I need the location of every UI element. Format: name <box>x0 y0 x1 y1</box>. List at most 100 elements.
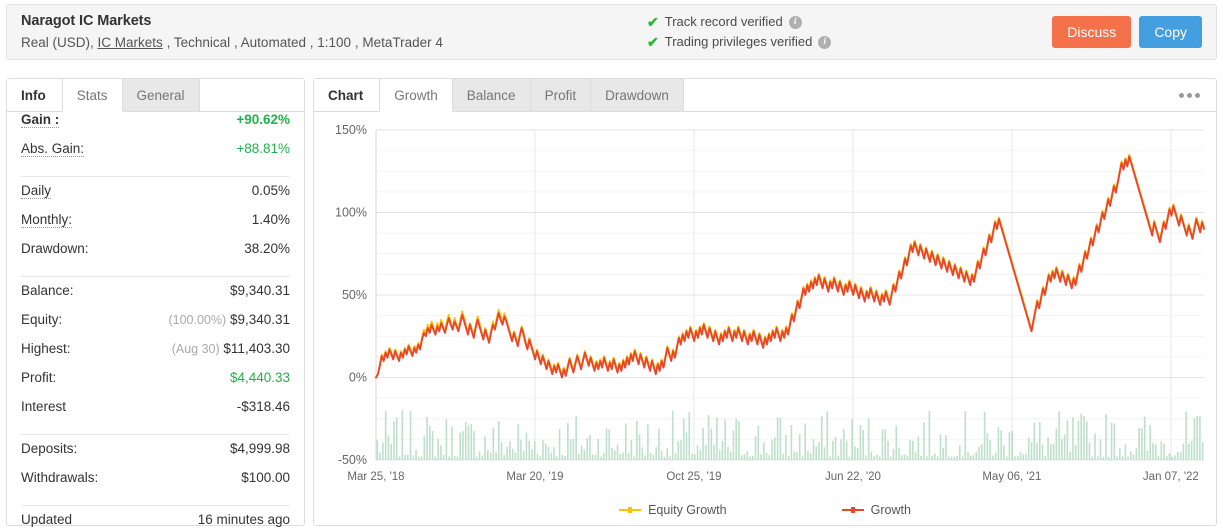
svg-text:Jun 22, '20: Jun 22, '20 <box>825 471 881 483</box>
tab-growth[interactable]: Growth <box>379 79 453 112</box>
svg-text:0%: 0% <box>349 371 367 385</box>
stat-row-highest: Highest: (Aug 30) $11,403.30 <box>21 341 290 370</box>
detail-sep-1: , <box>166 34 171 50</box>
account-identity: Naragot IC Markets Real (USD), IC Market… <box>7 12 477 53</box>
check-icon: ✔ <box>647 34 659 50</box>
divider <box>21 176 290 177</box>
stat-value: $4,999.98 <box>229 441 290 456</box>
growth-chart: 150% 100% 50% 0% -50% Mar 25, '18 Mar 20, '19 O… <box>314 112 1216 525</box>
divider <box>21 276 290 277</box>
stat-value: +90.62% <box>236 112 290 127</box>
stat-value: (100.00%) $9,340.31 <box>168 312 290 327</box>
chart-tabs: Chart Growth Balance Profit Drawdown <box>314 79 1216 112</box>
stat-label: Equity: <box>21 312 63 327</box>
stat-value: (Aug 30) $11,403.30 <box>172 341 290 356</box>
stats-list: Gain : +90.62% Abs. Gain: +88.81% Daily … <box>7 112 304 531</box>
stat-label: Withdrawals: <box>21 470 99 485</box>
stat-value: 1.40% <box>251 212 290 227</box>
info-tabs: Info Stats General <box>7 79 304 112</box>
account-type: Real (USD), <box>21 34 94 50</box>
account-trading-mode: Automated <box>240 34 306 50</box>
stat-value-prefix: (Aug 30) <box>171 342 220 356</box>
stat-row-gain: Gain : +90.62% <box>21 112 290 141</box>
stat-value: 16 minutes ago <box>197 512 290 527</box>
stat-value-prefix: (100.00%) <box>168 313 227 327</box>
account-strategy: Technical <box>173 34 231 50</box>
divider <box>21 434 290 435</box>
stat-row-drawdown: Drawdown: 38.20% <box>21 241 290 270</box>
chart-canvas: 150% 100% 50% 0% -50% Mar 25, '18 Mar 20, '19 O… <box>335 123 1205 483</box>
copy-button[interactable]: Copy <box>1139 16 1202 48</box>
divider <box>21 505 290 506</box>
stat-value: 38.20% <box>244 241 290 256</box>
tabs-filler <box>683 79 1216 112</box>
stat-row-deposits: Deposits: $4,999.98 <box>21 441 290 470</box>
stat-value-amount: $11,403.30 <box>223 341 290 356</box>
legend-swatch <box>841 507 864 513</box>
stat-label: Deposits: <box>21 441 78 456</box>
panel-section-label-chart: Chart <box>314 79 380 111</box>
verification-label: Trading privileges verified <box>664 34 813 49</box>
verification-trading-privileges: ✔ Trading privileges verified i <box>647 32 1052 52</box>
svg-text:May 06, '21: May 06, '21 <box>982 471 1041 483</box>
detail-sep-4: , <box>354 34 359 50</box>
tab-balance[interactable]: Balance <box>452 79 531 111</box>
broker-link[interactable]: IC Markets <box>98 35 163 50</box>
stat-row-updated: Updated 16 minutes ago <box>21 512 290 531</box>
stat-value: -$318.46 <box>236 399 290 414</box>
svg-text:150%: 150% <box>335 123 367 137</box>
legend-item-growth[interactable]: Growth <box>841 503 911 517</box>
stat-row-balance: Balance: $9,340.31 <box>21 283 290 312</box>
svg-text:Mar 25, '18: Mar 25, '18 <box>347 471 404 483</box>
stat-row-monthly: Monthly: 1.40% <box>21 212 290 241</box>
svg-text:Mar 20, '19: Mar 20, '19 <box>506 471 563 483</box>
stat-value: $4,440.33 <box>229 370 290 385</box>
stat-value: $9,340.31 <box>229 283 290 298</box>
stat-label[interactable]: Abs. Gain: <box>21 141 85 157</box>
stat-label[interactable]: Gain : <box>21 112 60 128</box>
svg-text:50%: 50% <box>342 288 367 302</box>
tab-stats[interactable]: Stats <box>61 79 123 112</box>
stat-label: Highest: <box>21 341 71 356</box>
stat-value-amount: $9,340.31 <box>229 312 290 327</box>
stat-row-abs-gain: Abs. Gain: +88.81% <box>21 141 290 170</box>
info-panel: Info Stats General Gain : +90.62% Abs. G… <box>6 78 305 527</box>
svg-text:100%: 100% <box>335 206 367 220</box>
info-icon[interactable]: i <box>818 35 832 49</box>
detail-sep-3: , <box>309 34 314 50</box>
account-platform: MetaTrader 4 <box>362 34 443 50</box>
chart-panel: Chart Growth Balance Profit Drawdown 150… <box>313 78 1217 526</box>
panel-section-label-info: Info <box>7 79 62 111</box>
stat-label: Balance: <box>21 283 74 298</box>
stat-row-profit: Profit: $4,440.33 <box>21 370 290 399</box>
tab-drawdown[interactable]: Drawdown <box>591 79 684 111</box>
account-name: Naragot IC Markets <box>21 12 152 29</box>
stat-value: $100.00 <box>241 470 290 485</box>
legend-item-equity-growth[interactable]: Equity Growth <box>619 503 727 517</box>
account-page: Naragot IC Markets Real (USD), IC Market… <box>0 0 1223 531</box>
header-actions: Discuss Copy <box>1052 16 1216 48</box>
svg-text:Oct 25, '19: Oct 25, '19 <box>666 471 721 483</box>
legend-label: Growth <box>870 503 911 517</box>
account-header: Naragot IC Markets Real (USD), IC Market… <box>6 4 1217 60</box>
svg-text:Jan 07, '22: Jan 07, '22 <box>1143 471 1199 483</box>
stat-row-withdrawals: Withdrawals: $100.00 <box>21 470 290 499</box>
legend-swatch <box>619 507 642 513</box>
stat-row-equity: Equity: (100.00%) $9,340.31 <box>21 312 290 341</box>
discuss-button[interactable]: Discuss <box>1052 16 1132 48</box>
chart-legend: Equity Growth Growth <box>314 503 1216 517</box>
tab-general[interactable]: General <box>122 79 200 111</box>
info-icon[interactable]: i <box>788 15 802 29</box>
chart-menu-icon[interactable] <box>1173 79 1206 112</box>
legend-label: Equity Growth <box>648 503 727 517</box>
stat-label[interactable]: Monthly: <box>21 212 73 228</box>
stat-label: Profit: <box>21 370 57 385</box>
stat-value: +88.81% <box>236 141 290 156</box>
stat-label: Interest <box>21 399 67 414</box>
stat-label[interactable]: Daily <box>21 183 52 199</box>
verification-label: Track record verified <box>664 14 783 29</box>
verification-track-record: ✔ Track record verified i <box>647 12 1052 32</box>
stat-row-interest: Interest -$318.46 <box>21 399 290 428</box>
stat-label: Updated <box>21 512 73 527</box>
tab-profit[interactable]: Profit <box>530 79 592 111</box>
